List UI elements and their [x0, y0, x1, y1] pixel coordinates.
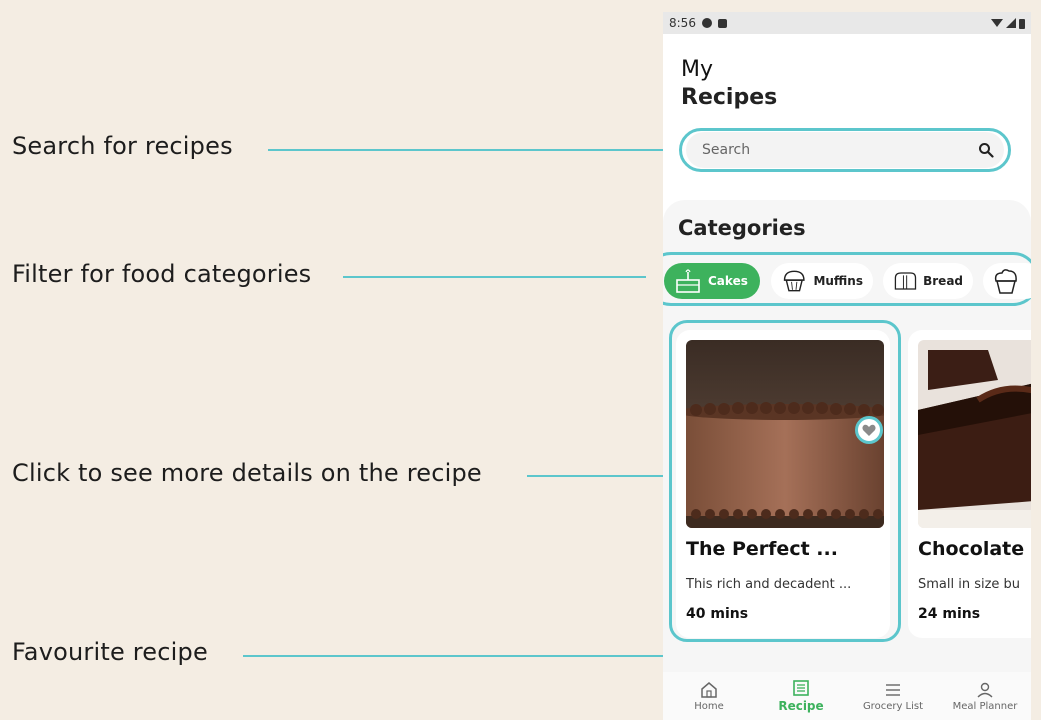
status-bar: 8:56: [663, 12, 1031, 34]
bottom-navigation: Home Recipe Grocery List Meal Planner: [663, 672, 1031, 720]
cupcake-icon: [994, 269, 1017, 294]
annotation-filter: Filter for food categories: [12, 260, 312, 288]
bread-icon: [894, 272, 917, 290]
search-placeholder: Search: [702, 142, 751, 158]
phone-screen: 8:56 My Recipes Search Categories Cakes …: [663, 12, 1031, 720]
categories-title: Categories: [678, 216, 806, 240]
recipe-time: 24 mins: [918, 606, 981, 622]
app-notification-icon: [701, 18, 712, 28]
recipe-title: The Perfect ...: [686, 538, 838, 560]
annotation-favourite: Favourite recipe: [12, 638, 208, 666]
annotation-search: Search for recipes: [12, 132, 233, 160]
category-chip-cupcakes[interactable]: [983, 263, 1031, 299]
category-chip-cakes[interactable]: Cakes: [664, 263, 760, 299]
favourite-button[interactable]: [855, 416, 883, 444]
home-icon: [701, 681, 717, 698]
recipe-title: Chocolate: [918, 538, 1025, 560]
nav-label: Recipe: [778, 699, 824, 713]
person-icon: [977, 682, 993, 698]
chocolate-cake-photo: [686, 340, 884, 528]
nav-label: Grocery List: [862, 700, 924, 712]
recipe-description: This rich and decadent ...: [686, 577, 852, 592]
recipe-time: 40 mins: [686, 606, 749, 622]
category-chip-bread[interactable]: Bread: [883, 263, 973, 299]
cake-icon: [676, 269, 700, 293]
heart-icon: [862, 424, 876, 436]
recipe-image: [918, 340, 1031, 528]
page-header: My Recipes: [663, 34, 1031, 113]
nav-item-grocery-list[interactable]: Grocery List: [848, 681, 938, 712]
chip-label: Muffins: [813, 274, 863, 288]
list-icon: [886, 683, 900, 696]
nav-label: Home: [694, 700, 724, 712]
nav-item-meal-planner[interactable]: Meal Planner: [940, 681, 1030, 712]
status-time: 8:56: [669, 16, 696, 30]
nav-label: Meal Planner: [952, 700, 1018, 712]
nav-item-home[interactable]: Home: [664, 681, 754, 712]
header-my: My: [681, 57, 714, 82]
connector-filter: [343, 276, 646, 278]
chocolate-cake-slice-photo: [918, 340, 1031, 528]
search-input[interactable]: Search: [686, 132, 1004, 168]
category-chip-muffins[interactable]: Muffins: [771, 263, 873, 299]
muffin-icon: [783, 270, 805, 292]
annotation-details: Click to see more details on the recipe: [12, 459, 482, 487]
search-highlight: Search: [679, 128, 1011, 172]
page-title: Recipes: [681, 85, 778, 110]
connector-details: [527, 475, 671, 477]
recipe-description: Small in size bu: [918, 577, 1021, 592]
nav-item-recipe[interactable]: Recipe: [756, 679, 846, 713]
content-area: Categories Cakes Muffins Bread The Perfe…: [663, 200, 1031, 720]
chip-label: Bread: [923, 274, 963, 288]
recipe-icon: [793, 680, 809, 696]
sd-card-icon: [717, 18, 727, 28]
search-icon[interactable]: [978, 142, 994, 158]
recipe-card[interactable]: Chocolate Small in size bu 24 mins: [908, 330, 1031, 638]
connector-search: [268, 149, 680, 151]
battery-icon: [1019, 18, 1025, 29]
signal-icon: [1006, 18, 1016, 28]
chip-label: Cakes: [708, 274, 748, 288]
recipe-card[interactable]: The Perfect ... This rich and decadent .…: [676, 330, 890, 638]
wifi-icon: [991, 19, 1003, 27]
recipe-image: [686, 340, 884, 528]
